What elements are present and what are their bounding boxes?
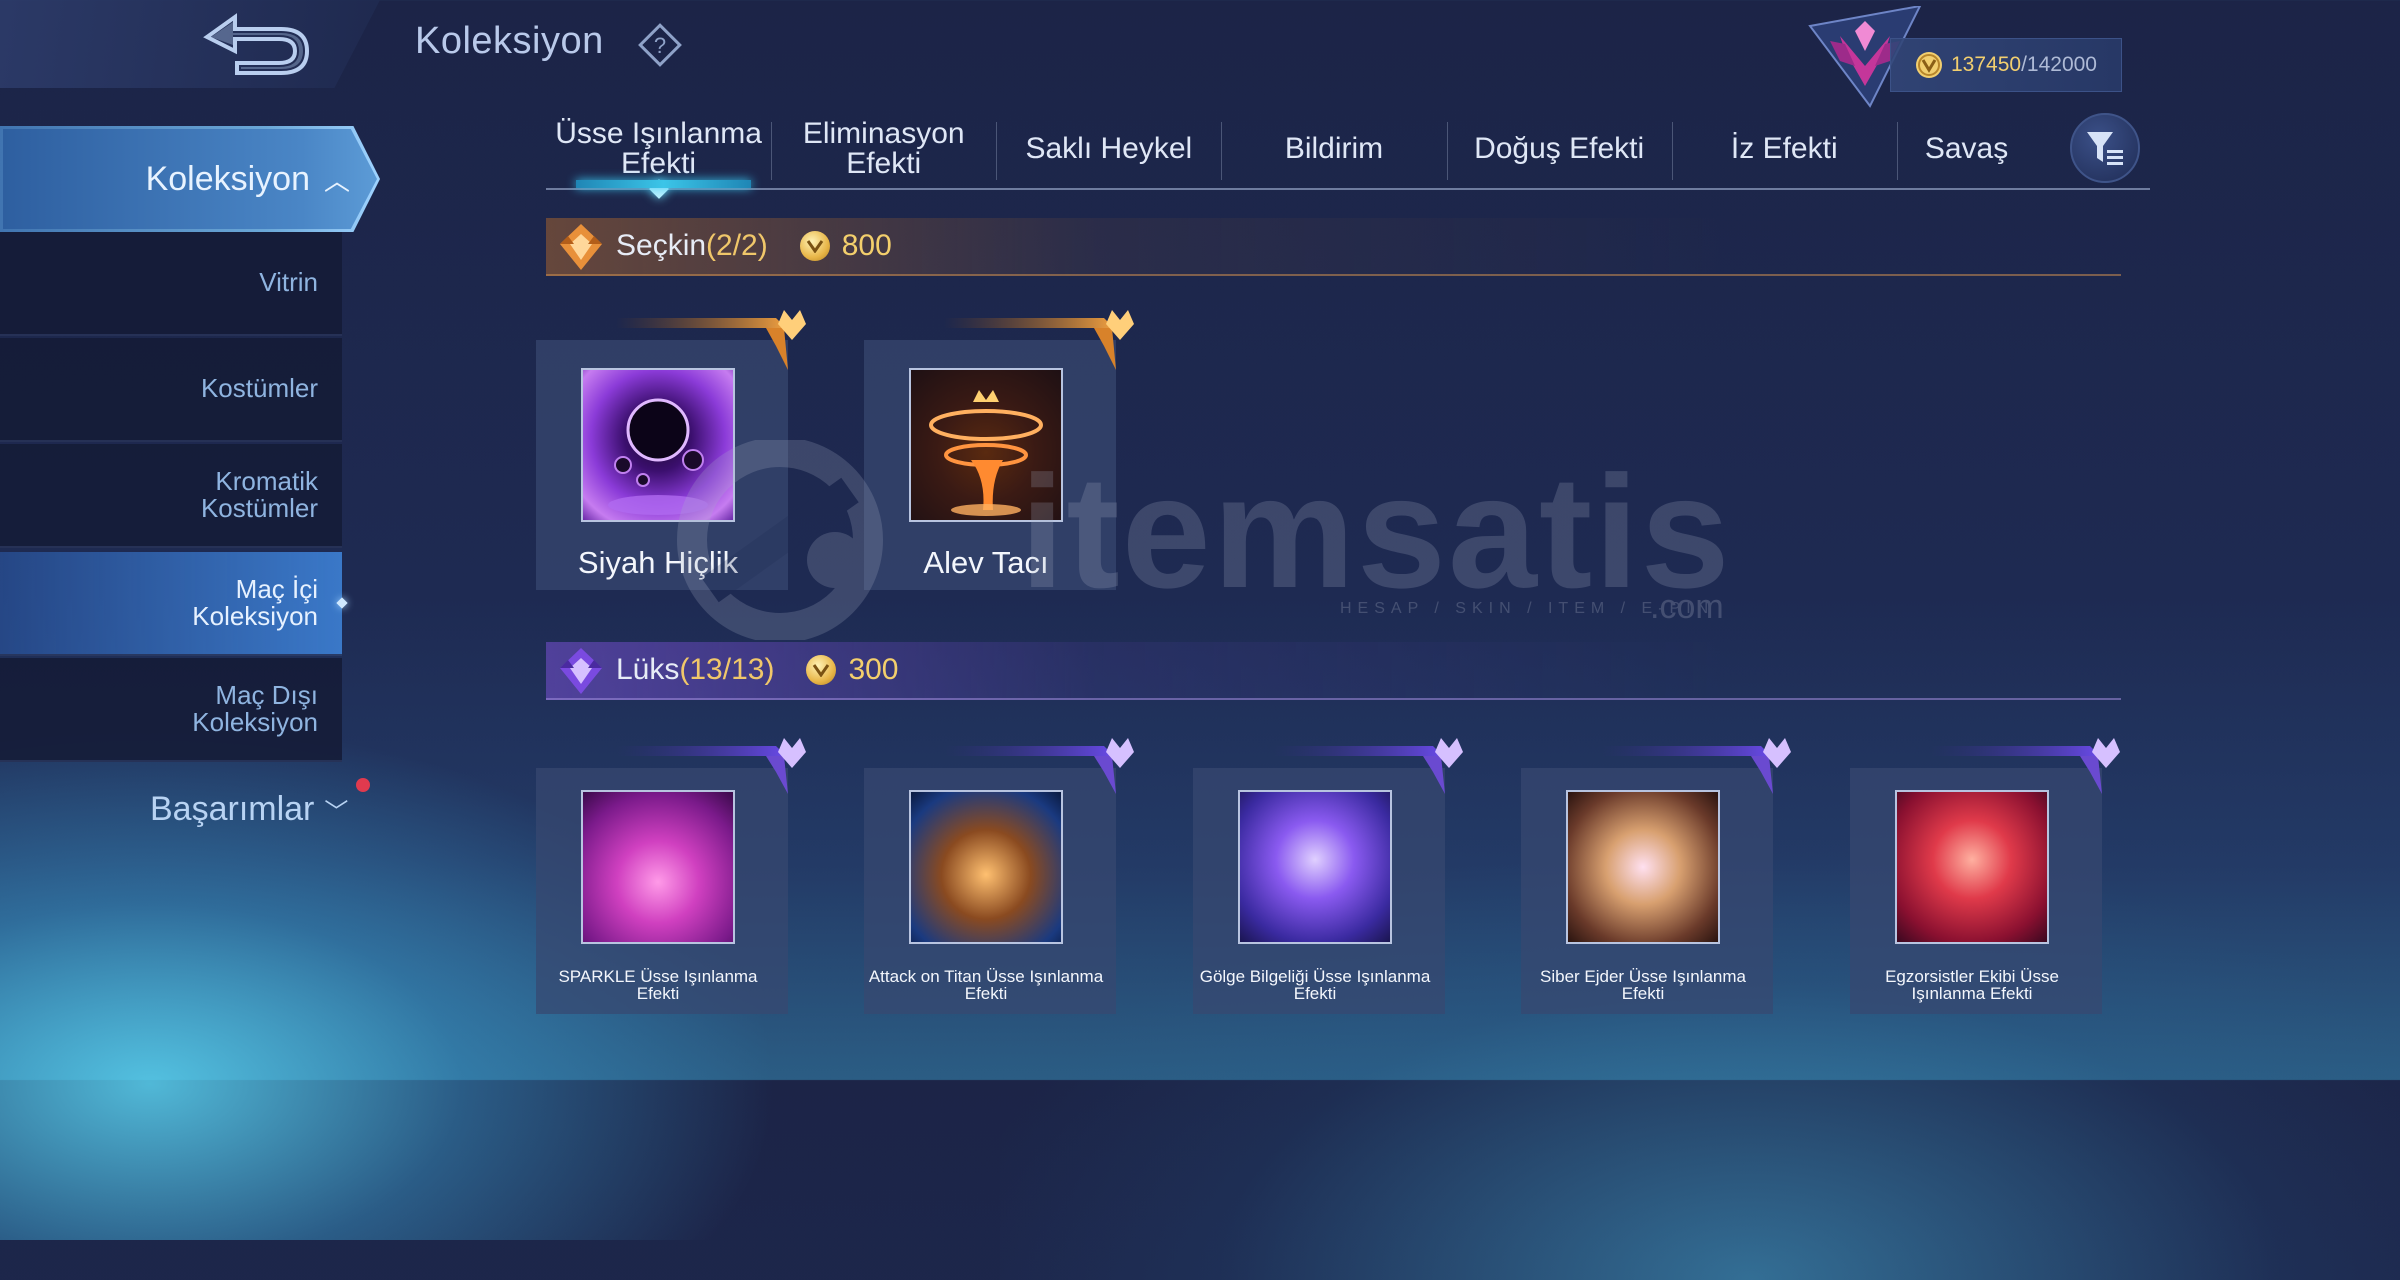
tab-label: Bildirim bbox=[1284, 132, 1384, 165]
watermark: itemsatis HESAP / SKIN / ITEM / E-PIN .c… bbox=[650, 440, 1800, 640]
elite-ribbon-icon bbox=[616, 310, 806, 370]
elite-card-alev-taci[interactable]: Alev Tacı bbox=[864, 310, 1144, 590]
section-count: (13/13) bbox=[679, 653, 775, 686]
elite-thumb-siyah-hiclik bbox=[581, 368, 735, 522]
currency-display: 137450 /142000 bbox=[1890, 38, 2122, 92]
section-title: Seçkin bbox=[616, 229, 707, 262]
section-header-elite: Seçkin (2/2) 800 bbox=[546, 218, 2121, 276]
lux-card-sparkle[interactable]: SPARKLE Üsse Işınlanma Efekti bbox=[536, 738, 816, 1014]
tab-sakli-heykel[interactable]: Saklı Heykel bbox=[996, 112, 1221, 186]
tab-bildirim[interactable]: Bildirim bbox=[1221, 112, 1446, 186]
elite-rank-icon bbox=[560, 224, 602, 270]
tab-label: Doğuş Efekti bbox=[1474, 132, 1645, 165]
sidebar-item-label: Başarımlar bbox=[150, 790, 315, 828]
sidebar-item-label: Kostümler bbox=[200, 373, 318, 404]
category-tabs: Üsse Işınlanma Efekti Eliminasyon Efekti… bbox=[546, 112, 2150, 199]
tab-dogus-efekti[interactable]: Doğuş Efekti bbox=[1446, 112, 1672, 186]
sidebar-item-kromatik-kostumler[interactable]: Kromatik Kostümler bbox=[0, 444, 342, 548]
sidebar-item-mac-ici-koleksiyon[interactable]: Maç İçi Koleksiyon bbox=[0, 552, 342, 656]
card-name: Alev Tacı bbox=[923, 545, 1049, 580]
lux-card-golge-bilgeligi[interactable]: Gölge Bilgeliği Üsse Işınlanma Efekti bbox=[1193, 738, 1473, 1014]
points-coin-icon bbox=[799, 231, 830, 261]
sidebar-section-label: Koleksiyon bbox=[145, 159, 310, 198]
lux-thumb-attack-on-titan bbox=[909, 790, 1063, 944]
currency-coin-icon bbox=[1916, 52, 1942, 78]
filter-button[interactable] bbox=[2070, 113, 2140, 183]
sidebar-item-label: Maç İçi Koleksiyon bbox=[192, 573, 318, 631]
tab-label: Eliminasyon Efekti bbox=[802, 117, 965, 180]
sidebar-item-kostumler[interactable]: Kostümler bbox=[0, 338, 342, 442]
help-icon[interactable]: ? bbox=[635, 20, 685, 70]
sidebar-item-label: Vitrin bbox=[259, 267, 318, 298]
chevron-up-icon: ︿ bbox=[323, 165, 350, 196]
lux-rank-icon bbox=[560, 648, 602, 694]
lux-card-egzorsistler-ekibi[interactable]: Egzorsistler Ekibi Üsse Işınlanma Efekti bbox=[1850, 738, 2130, 1014]
svg-text:?: ? bbox=[654, 33, 666, 58]
watermark-domain: .com bbox=[1650, 588, 1724, 626]
lux-ribbon-icon bbox=[1930, 738, 2120, 794]
currency-max: /142000 bbox=[2021, 53, 2097, 76]
lux-thumb-sparkle bbox=[581, 790, 735, 944]
lux-ribbon-icon bbox=[1601, 738, 1791, 794]
page-title: Koleksiyon bbox=[415, 20, 604, 62]
lux-ribbon-icon bbox=[944, 738, 1134, 794]
lux-ribbon-icon bbox=[1273, 738, 1463, 794]
watermark-tagline: HESAP / SKIN / ITEM / E-PIN bbox=[1340, 600, 1715, 617]
card-name: Attack on Titan Üsse Işınlanma Efekti bbox=[868, 967, 1104, 1003]
card-name: Egzorsistler Ekibi Üsse Işınlanma Efekti bbox=[1885, 967, 2059, 1003]
lux-card-siber-ejder[interactable]: Siber Ejder Üsse Işınlanma Efekti bbox=[1521, 738, 1801, 1014]
sidebar-item-label: Kromatik Kostümler bbox=[200, 465, 318, 523]
section-points: 300 bbox=[848, 653, 899, 686]
tab-iz-efekti[interactable]: İz Efekti bbox=[1671, 112, 1897, 186]
lux-thumb-golge-bilgeligi bbox=[1238, 790, 1392, 944]
tab-label: İz Efekti bbox=[1730, 132, 1838, 165]
elite-card-siyah-hiclik[interactable]: Siyah Hiçlik bbox=[536, 310, 816, 590]
tab-eliminasyon-efekti[interactable]: Eliminasyon Efekti bbox=[771, 112, 996, 186]
sidebar-item-label: Maç Dışı Koleksiyon bbox=[192, 679, 318, 737]
flame-crown-icon bbox=[929, 390, 1043, 516]
back-button[interactable] bbox=[190, 8, 320, 84]
filter-icon bbox=[2087, 132, 2123, 165]
section-header-lux: Lüks (13/13) 300 bbox=[546, 642, 2121, 700]
elite-thumb-alev-taci bbox=[909, 368, 1063, 522]
section-points: 800 bbox=[841, 229, 892, 262]
elite-ribbon-icon bbox=[944, 310, 1134, 370]
card-name: Siyah Hiçlik bbox=[577, 545, 739, 580]
sidebar-item-mac-disi-koleksiyon[interactable]: Maç Dışı Koleksiyon bbox=[0, 658, 342, 762]
section-count: (2/2) bbox=[706, 229, 768, 262]
chevron-down-icon: ﹀ bbox=[324, 799, 349, 826]
sidebar-section-koleksiyon[interactable]: Koleksiyon ︿ bbox=[0, 126, 380, 232]
card-name: Siber Ejder Üsse Işınlanma Efekti bbox=[1540, 967, 1746, 1003]
back-arrow-icon bbox=[203, 13, 310, 75]
lux-card-attack-on-titan[interactable]: Attack on Titan Üsse Işınlanma Efekti bbox=[864, 738, 1144, 1014]
void-orb-icon bbox=[608, 398, 708, 515]
tab-usse-isinlanma-efekti[interactable]: Üsse Işınlanma Efekti bbox=[546, 112, 771, 199]
tab-label: Saklı Heykel bbox=[1025, 132, 1193, 165]
sidebar-item-vitrin[interactable]: Vitrin bbox=[0, 232, 342, 336]
card-name: Gölge Bilgeliği Üsse Işınlanma Efekti bbox=[1199, 967, 1431, 1003]
lux-thumb-egzorsistler-ekibi bbox=[1895, 790, 2049, 944]
sidebar-item-basarimlar[interactable]: Başarımlar ﹀ bbox=[150, 778, 371, 829]
tab-label: Üsse Işınlanma Efekti bbox=[555, 117, 762, 180]
tab-label: Savaş bbox=[1924, 132, 2009, 165]
section-title: Lüks bbox=[616, 653, 680, 686]
lux-thumb-siber-ejder bbox=[1566, 790, 1720, 944]
currency-current: 137450 bbox=[1951, 53, 2022, 76]
points-coin-icon bbox=[806, 655, 837, 685]
lux-ribbon-icon bbox=[616, 738, 806, 794]
card-name: SPARKLE Üsse Işınlanma Efekti bbox=[558, 967, 758, 1003]
active-tab-indicator bbox=[648, 179, 669, 199]
